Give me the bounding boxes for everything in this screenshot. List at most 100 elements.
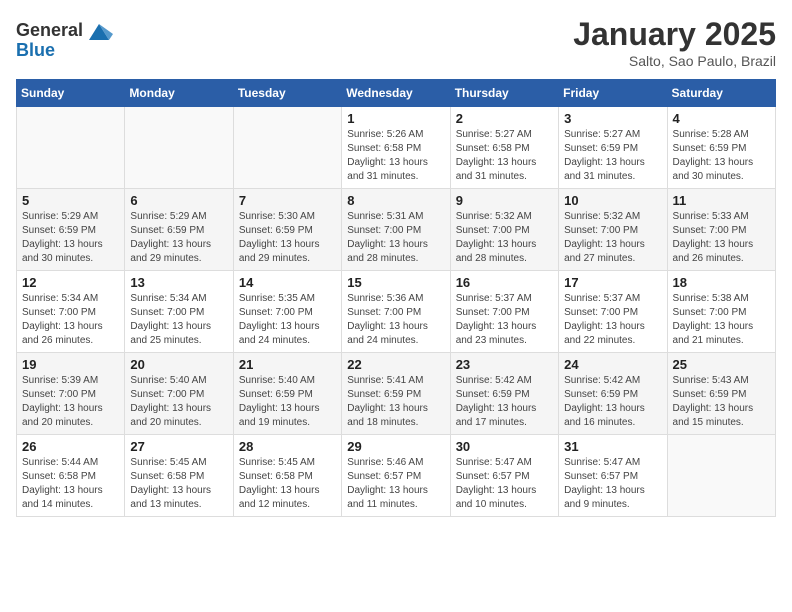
weekday-header-sunday: Sunday	[17, 80, 125, 107]
day-number: 24	[564, 357, 661, 372]
day-number: 25	[673, 357, 770, 372]
title-block: January 2025 Salto, Sao Paulo, Brazil	[573, 16, 776, 69]
calendar-cell	[125, 107, 233, 189]
day-number: 9	[456, 193, 553, 208]
calendar-cell: 1Sunrise: 5:26 AMSunset: 6:58 PMDaylight…	[342, 107, 450, 189]
calendar: SundayMondayTuesdayWednesdayThursdayFrid…	[16, 79, 776, 517]
day-info: Sunrise: 5:27 AMSunset: 6:58 PMDaylight:…	[456, 128, 553, 184]
day-number: 19	[22, 357, 119, 372]
location: Salto, Sao Paulo, Brazil	[573, 53, 776, 69]
calendar-cell: 11Sunrise: 5:33 AMSunset: 7:00 PMDayligh…	[667, 189, 775, 271]
day-info: Sunrise: 5:36 AMSunset: 7:00 PMDaylight:…	[347, 292, 444, 348]
day-number: 11	[673, 193, 770, 208]
weekday-header-thursday: Thursday	[450, 80, 558, 107]
day-info: Sunrise: 5:37 AMSunset: 7:00 PMDaylight:…	[456, 292, 553, 348]
day-number: 14	[239, 275, 336, 290]
day-info: Sunrise: 5:37 AMSunset: 7:00 PMDaylight:…	[564, 292, 661, 348]
calendar-cell: 23 Sunrise: 5:42 AMSunset: 6:59 PMDayligh…	[450, 353, 558, 435]
day-number: 29	[347, 439, 444, 454]
calendar-cell: 5Sunrise: 5:29 AMSunset: 6:59 PMDaylight…	[17, 189, 125, 271]
day-info: Sunrise: 5:46 AMSunset: 6:57 PMDaylight:…	[347, 456, 444, 512]
calendar-cell: 15 Sunrise: 5:36 AMSunset: 7:00 PMDayligh…	[342, 271, 450, 353]
day-number: 5	[22, 193, 119, 208]
calendar-cell: 9 Sunrise: 5:32 AMSunset: 7:00 PMDaylight…	[450, 189, 558, 271]
calendar-cell: 4 Sunrise: 5:28 AMSunset: 6:59 PMDaylight…	[667, 107, 775, 189]
day-number: 23	[456, 357, 553, 372]
day-info: Sunrise: 5:34 AMSunset: 7:00 PMDaylight:…	[22, 292, 119, 348]
calendar-cell: 3 Sunrise: 5:27 AMSunset: 6:59 PMDaylight…	[559, 107, 667, 189]
page-container: General Blue January 2025 Salto, Sao Pau…	[0, 0, 792, 527]
logo: General Blue	[16, 16, 113, 61]
calendar-cell: 18Sunrise: 5:38 AMSunset: 7:00 PMDayligh…	[667, 271, 775, 353]
logo-general-text: General	[16, 20, 83, 41]
calendar-cell: 8 Sunrise: 5:31 AMSunset: 7:00 PMDaylight…	[342, 189, 450, 271]
day-number: 10	[564, 193, 661, 208]
calendar-cell: 14 Sunrise: 5:35 AMSunset: 7:00 PMDayligh…	[233, 271, 341, 353]
calendar-week-row: 19 Sunrise: 5:39 AMSunset: 7:00 PMDayligh…	[17, 353, 776, 435]
calendar-cell: 26Sunrise: 5:44 AMSunset: 6:58 PMDayligh…	[17, 435, 125, 517]
day-info: Sunrise: 5:39 AMSunset: 7:00 PMDaylight:…	[22, 374, 119, 430]
weekday-header-saturday: Saturday	[667, 80, 775, 107]
calendar-cell: 2Sunrise: 5:27 AMSunset: 6:58 PMDaylight…	[450, 107, 558, 189]
day-number: 7	[239, 193, 336, 208]
calendar-cell	[17, 107, 125, 189]
day-number: 30	[456, 439, 553, 454]
day-info: Sunrise: 5:31 AMSunset: 7:00 PMDaylight:…	[347, 210, 444, 266]
calendar-cell: 20 Sunrise: 5:40 AMSunset: 7:00 PMDayligh…	[125, 353, 233, 435]
day-info: Sunrise: 5:47 AMSunset: 6:57 PMDaylight:…	[564, 456, 661, 512]
day-info: Sunrise: 5:28 AMSunset: 6:59 PMDaylight:…	[673, 128, 770, 184]
day-info: Sunrise: 5:38 AMSunset: 7:00 PMDaylight:…	[673, 292, 770, 348]
day-info: Sunrise: 5:27 AMSunset: 6:59 PMDaylight:…	[564, 128, 661, 184]
day-info: Sunrise: 5:32 AMSunset: 7:00 PMDaylight:…	[456, 210, 553, 266]
day-info: Sunrise: 5:43 AMSunset: 6:59 PMDaylight:…	[673, 374, 770, 430]
day-info: Sunrise: 5:30 AMSunset: 6:59 PMDaylight:…	[239, 210, 336, 266]
day-number: 21	[239, 357, 336, 372]
day-number: 16	[456, 275, 553, 290]
day-info: Sunrise: 5:40 AMSunset: 7:00 PMDaylight:…	[130, 374, 227, 430]
day-number: 20	[130, 357, 227, 372]
calendar-cell: 13Sunrise: 5:34 AMSunset: 7:00 PMDayligh…	[125, 271, 233, 353]
calendar-cell: 16 Sunrise: 5:37 AMSunset: 7:00 PMDayligh…	[450, 271, 558, 353]
day-number: 8	[347, 193, 444, 208]
day-info: Sunrise: 5:45 AMSunset: 6:58 PMDaylight:…	[239, 456, 336, 512]
month-title: January 2025	[573, 16, 776, 53]
calendar-header-row: SundayMondayTuesdayWednesdayThursdayFrid…	[17, 80, 776, 107]
calendar-cell: 6 Sunrise: 5:29 AMSunset: 6:59 PMDaylight…	[125, 189, 233, 271]
day-number: 27	[130, 439, 227, 454]
calendar-week-row: 12Sunrise: 5:34 AMSunset: 7:00 PMDayligh…	[17, 271, 776, 353]
calendar-week-row: 5 Sunrise: 5:29 AMSunset: 6:59 PMDaylight…	[17, 189, 776, 271]
calendar-cell: 21 Sunrise: 5:40 AMSunset: 6:59 PMDayligh…	[233, 353, 341, 435]
day-info: Sunrise: 5:35 AMSunset: 7:00 PMDaylight:…	[239, 292, 336, 348]
day-number: 6	[130, 193, 227, 208]
calendar-cell: 12Sunrise: 5:34 AMSunset: 7:00 PMDayligh…	[17, 271, 125, 353]
calendar-week-row: 1Sunrise: 5:26 AMSunset: 6:58 PMDaylight…	[17, 107, 776, 189]
day-info: Sunrise: 5:29 AMSunset: 6:59 PMDaylight:…	[130, 210, 227, 266]
calendar-cell: 17 Sunrise: 5:37 AMSunset: 7:00 PMDayligh…	[559, 271, 667, 353]
calendar-cell: 19 Sunrise: 5:39 AMSunset: 7:00 PMDayligh…	[17, 353, 125, 435]
calendar-cell: 31 Sunrise: 5:47 AMSunset: 6:57 PMDayligh…	[559, 435, 667, 517]
day-number: 28	[239, 439, 336, 454]
weekday-header-tuesday: Tuesday	[233, 80, 341, 107]
calendar-cell	[233, 107, 341, 189]
day-number: 26	[22, 439, 119, 454]
day-number: 17	[564, 275, 661, 290]
calendar-cell: 28 Sunrise: 5:45 AMSunset: 6:58 PMDayligh…	[233, 435, 341, 517]
weekday-header-wednesday: Wednesday	[342, 80, 450, 107]
logo-blue-text: Blue	[16, 40, 55, 61]
day-info: Sunrise: 5:32 AMSunset: 7:00 PMDaylight:…	[564, 210, 661, 266]
day-info: Sunrise: 5:40 AMSunset: 6:59 PMDaylight:…	[239, 374, 336, 430]
day-number: 3	[564, 111, 661, 126]
day-info: Sunrise: 5:26 AMSunset: 6:58 PMDaylight:…	[347, 128, 444, 184]
day-info: Sunrise: 5:41 AMSunset: 6:59 PMDaylight:…	[347, 374, 444, 430]
calendar-cell: 27 Sunrise: 5:45 AMSunset: 6:58 PMDayligh…	[125, 435, 233, 517]
day-info: Sunrise: 5:45 AMSunset: 6:58 PMDaylight:…	[130, 456, 227, 512]
calendar-cell: 25 Sunrise: 5:43 AMSunset: 6:59 PMDayligh…	[667, 353, 775, 435]
header: General Blue January 2025 Salto, Sao Pau…	[16, 16, 776, 69]
day-info: Sunrise: 5:42 AMSunset: 6:59 PMDaylight:…	[456, 374, 553, 430]
day-number: 31	[564, 439, 661, 454]
day-number: 4	[673, 111, 770, 126]
calendar-cell: 22 Sunrise: 5:41 AMSunset: 6:59 PMDayligh…	[342, 353, 450, 435]
day-number: 22	[347, 357, 444, 372]
calendar-cell: 30Sunrise: 5:47 AMSunset: 6:57 PMDayligh…	[450, 435, 558, 517]
day-number: 15	[347, 275, 444, 290]
